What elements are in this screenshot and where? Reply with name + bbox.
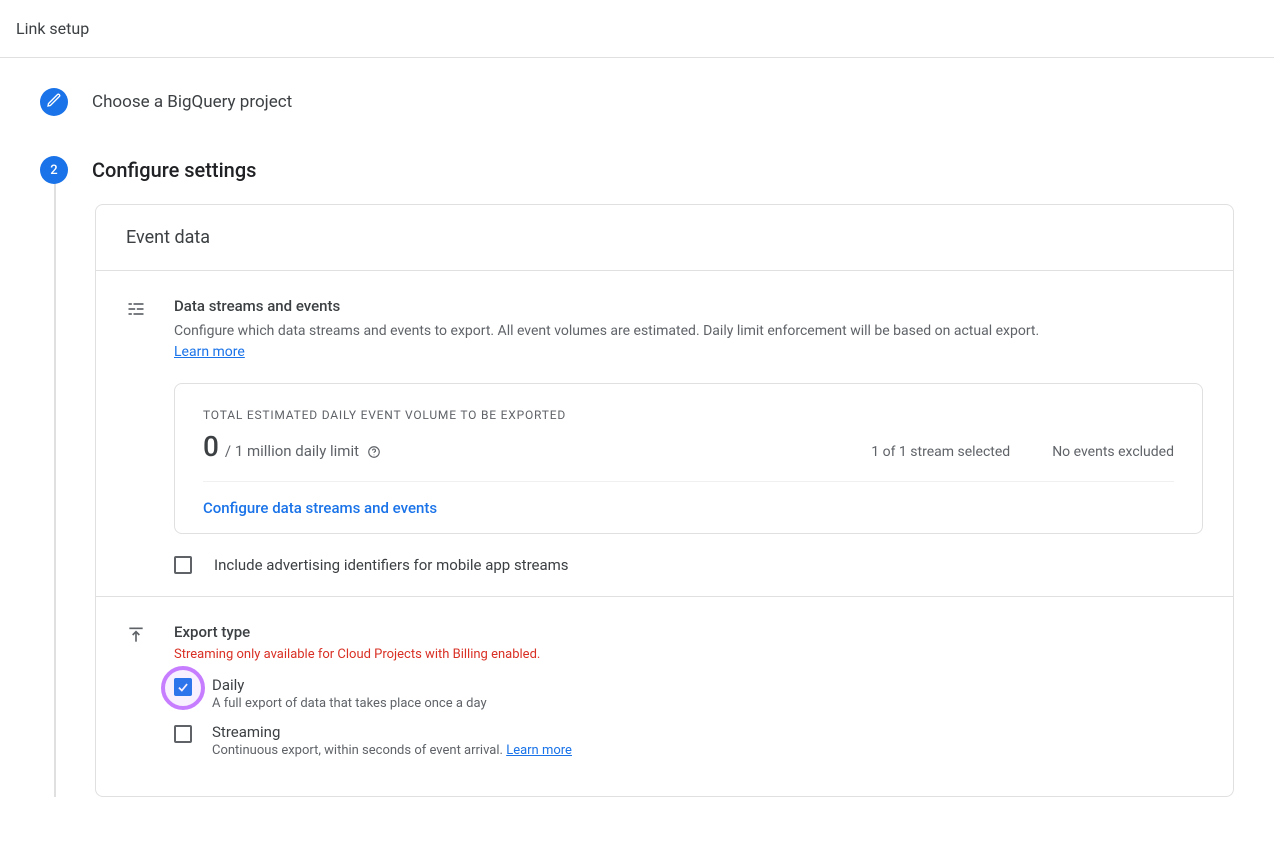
configure-panel: Event data Data streams and events Confi… — [95, 204, 1234, 797]
step-2-badge: 2 — [40, 156, 68, 184]
stream-selected-text: 1 of 1 stream selected — [871, 444, 1010, 460]
volume-value: 0 — [203, 430, 219, 463]
configure-streams-link[interactable]: Configure data streams and events — [203, 499, 437, 517]
events-excluded-text: No events excluded — [1052, 444, 1174, 460]
export-streaming-sub-text: Continuous export, within seconds of eve… — [212, 743, 506, 758]
export-type-icon — [126, 623, 150, 770]
export-daily-checkbox[interactable] — [174, 678, 192, 696]
volume-row: 0 / 1 million daily limit 1 of 1 stream … — [203, 430, 1174, 482]
ads-identifiers-checkbox[interactable] — [174, 556, 192, 574]
export-daily-label: Daily — [212, 676, 487, 694]
step-2-title: Configure settings — [92, 158, 256, 182]
pencil-icon — [46, 92, 62, 112]
export-type-title: Export type — [174, 623, 1203, 641]
volume-limit: / 1 million daily limit — [225, 442, 381, 460]
data-streams-title: Data streams and events — [174, 297, 1203, 315]
data-streams-content: Data streams and events Configure which … — [150, 297, 1203, 596]
ads-identifiers-row: Include advertising identifiers for mobi… — [174, 556, 1203, 574]
page-title: Link setup — [16, 19, 89, 38]
page-header: Link setup — [0, 0, 1274, 58]
step-2-number: 2 — [50, 163, 57, 178]
data-streams-description: Configure which data streams and events … — [174, 321, 1074, 363]
volume-stats: 1 of 1 stream selected No events exclude… — [871, 444, 1174, 460]
export-streaming-checkbox[interactable] — [174, 725, 192, 743]
panel-header: Event data — [96, 205, 1233, 271]
export-daily-sub: A full export of data that takes place o… — [212, 696, 487, 711]
data-streams-section: Data streams and events Configure which … — [126, 297, 1203, 596]
export-streaming-checkbox-wrap — [174, 725, 192, 747]
ads-identifiers-label: Include advertising identifiers for mobi… — [214, 556, 569, 574]
export-streaming-row: Streaming Continuous export, within seco… — [174, 723, 1203, 758]
step-1-title: Choose a BigQuery project — [92, 92, 292, 112]
export-streaming-sub: Continuous export, within seconds of eve… — [212, 743, 572, 758]
export-warning: Streaming only available for Cloud Proje… — [174, 647, 1203, 662]
step-1-row[interactable]: Choose a BigQuery project — [40, 88, 1234, 116]
volume-action: Configure data streams and events — [203, 482, 1174, 533]
panel-body: Data streams and events Configure which … — [96, 271, 1233, 796]
content-area: Choose a BigQuery project 2 Configure se… — [0, 58, 1274, 837]
help-icon[interactable] — [367, 445, 381, 459]
volume-card: TOTAL ESTIMATED DAILY EVENT VOLUME TO BE… — [174, 383, 1203, 534]
data-streams-desc-text: Configure which data streams and events … — [174, 323, 1039, 339]
data-streams-learn-more-link[interactable]: Learn more — [174, 344, 245, 360]
data-streams-icon — [126, 297, 150, 596]
panel-title: Event data — [126, 227, 1203, 248]
export-type-content: Export type Streaming only available for… — [150, 623, 1203, 770]
stepper-line — [54, 178, 56, 797]
section-divider — [96, 596, 1233, 597]
export-streaming-learn-more-link[interactable]: Learn more — [506, 743, 572, 758]
export-type-section: Export type Streaming only available for… — [126, 623, 1203, 770]
volume-limit-text: / 1 million daily limit — [225, 442, 359, 460]
step-1-badge — [40, 88, 68, 116]
step-2-row: 2 Configure settings — [40, 156, 1234, 184]
volume-label: TOTAL ESTIMATED DAILY EVENT VOLUME TO BE… — [203, 408, 1174, 422]
export-daily-row: Daily A full export of data that takes p… — [174, 676, 1203, 711]
export-daily-checkbox-wrap — [174, 678, 192, 698]
export-streaming-label: Streaming — [212, 723, 572, 741]
